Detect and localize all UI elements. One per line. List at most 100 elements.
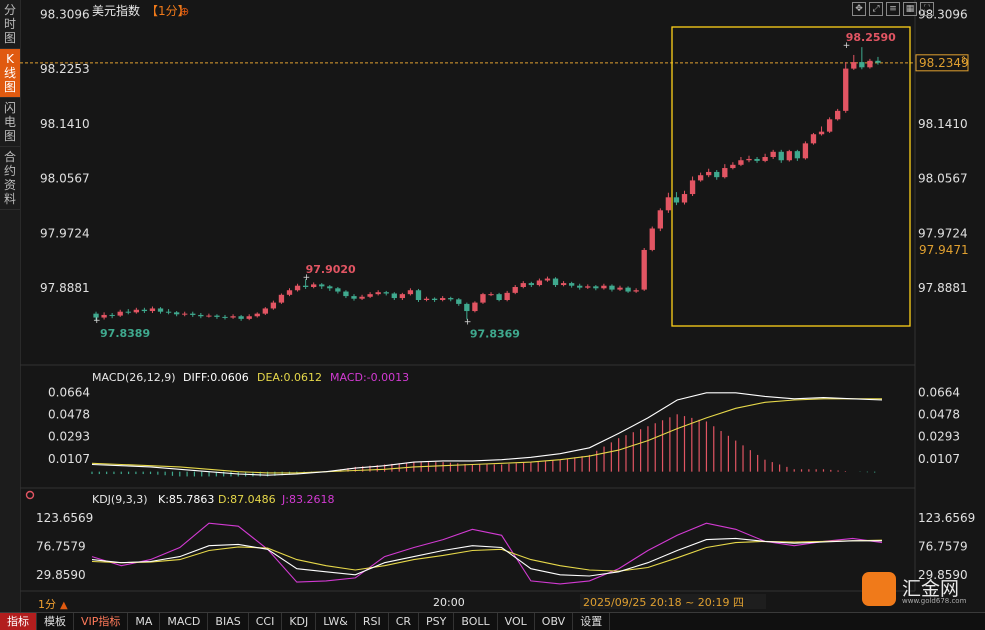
- settings-dot-icon[interactable]: [25, 490, 35, 500]
- indicator-toolbar: 指标 模板 VIP指标 MA MACD BIAS CCI KDJ LW& RSI CR PSY BOLL…: [0, 612, 985, 630]
- candle: [762, 157, 768, 161]
- candle: [835, 110, 841, 120]
- candle: [673, 197, 680, 203]
- kdj-d-value: D:87.0486: [218, 493, 276, 506]
- candle: [343, 291, 349, 297]
- candle: [568, 283, 575, 286]
- grid-icon[interactable]: ▦: [903, 2, 917, 16]
- sidebar-item-0[interactable]: 分时图: [0, 0, 20, 49]
- kdj-tick-left: 123.6569: [36, 511, 93, 525]
- toolbar-item-5[interactable]: BIAS: [208, 613, 249, 630]
- toolbar-item-0[interactable]: 指标: [0, 613, 37, 630]
- candle: [230, 316, 236, 318]
- sidebar-item-3[interactable]: 合约资料: [0, 147, 20, 210]
- sidebar-item-2[interactable]: 闪电图: [0, 98, 20, 147]
- candle: [440, 298, 446, 300]
- toolbar-item-4[interactable]: MACD: [160, 613, 209, 630]
- toolbar-item-15[interactable]: 设置: [573, 613, 611, 630]
- candle: [512, 287, 518, 293]
- kdj-k-line: [91, 537, 882, 577]
- time-tick: 20:00: [433, 596, 465, 609]
- candle: [222, 316, 228, 318]
- period-dropdown-icon[interactable]: ▲: [60, 600, 68, 611]
- candle: [294, 285, 301, 291]
- candle: [472, 302, 478, 312]
- candle: [754, 158, 760, 161]
- candle: [302, 285, 309, 287]
- candle: [214, 315, 220, 317]
- fullscreen-icon[interactable]: ⛶: [920, 2, 934, 16]
- toolbar-item-11[interactable]: PSY: [419, 613, 455, 630]
- macd-tick-right: 0.0293: [918, 430, 960, 444]
- candle: [826, 119, 833, 132]
- candle: [141, 309, 148, 312]
- candle: [109, 314, 115, 316]
- move-icon[interactable]: ✥: [852, 2, 866, 16]
- expand-icon[interactable]: ⤢: [869, 2, 883, 16]
- kdj-j-line: [91, 522, 883, 585]
- toolbar-item-2[interactable]: VIP指标: [74, 613, 129, 630]
- toolbar-item-6[interactable]: CCI: [249, 613, 283, 630]
- candle: [560, 283, 567, 286]
- candle: [617, 287, 623, 290]
- toolbar-item-8[interactable]: LW&: [316, 613, 356, 630]
- candle: [367, 294, 373, 297]
- candle: [431, 298, 438, 300]
- candle: [544, 278, 551, 281]
- kdj-j-value: J:83.2618: [281, 493, 334, 506]
- add-indicator-icon[interactable]: ⊕: [180, 5, 189, 18]
- toolbar-item-13[interactable]: VOL: [498, 613, 535, 630]
- candle: [697, 175, 704, 181]
- candle: [665, 197, 672, 211]
- candle: [681, 194, 688, 203]
- candle: [335, 288, 341, 292]
- candle: [238, 316, 244, 319]
- logo-url: www.gold678.com: [902, 597, 967, 605]
- candle: [528, 283, 534, 286]
- macd-tick-left: 0.0293: [48, 430, 90, 444]
- chart-tools: ✥ ⤢ ≡ ▦ ⛶: [852, 2, 934, 16]
- list-icon[interactable]: ≡: [886, 2, 900, 16]
- candle: [415, 290, 422, 300]
- y-tick-right: 98.1410: [918, 117, 968, 131]
- macd-tick-right: 0.0478: [918, 408, 960, 422]
- kdj-tick-left: 29.8590: [36, 568, 86, 582]
- candle: [311, 284, 317, 287]
- annotation-marker-icon: +: [93, 316, 101, 326]
- y-tick-left: 98.2253: [40, 62, 90, 76]
- price-arrow-icon: ⇕: [960, 55, 967, 64]
- candle: [649, 228, 655, 250]
- candle: [730, 164, 736, 169]
- candle: [359, 296, 365, 299]
- candle: [577, 285, 583, 288]
- candle: [786, 151, 792, 161]
- y-tick-left: 97.9724: [40, 226, 90, 240]
- toolbar-item-10[interactable]: CR: [389, 613, 420, 630]
- toolbar-item-12[interactable]: BOLL: [454, 613, 498, 630]
- toolbar-item-9[interactable]: RSI: [356, 613, 389, 630]
- sidebar-item-1[interactable]: K线图: [0, 49, 20, 98]
- highlight-box: [671, 26, 911, 327]
- candle: [391, 293, 397, 299]
- candle: [714, 171, 720, 178]
- toolbar-item-7[interactable]: KDJ: [282, 613, 317, 630]
- y-tick-right: 97.9724: [918, 226, 968, 240]
- candle: [722, 168, 728, 178]
- candle: [689, 180, 696, 195]
- candle: [657, 210, 663, 229]
- macd-dea-line: [91, 398, 882, 474]
- candle: [117, 311, 123, 316]
- period-selector[interactable]: 1分: [38, 598, 56, 611]
- y-tick-left: 98.0567: [40, 172, 90, 186]
- toolbar-item-14[interactable]: OBV: [535, 613, 574, 630]
- macd-diff-value: DIFF:0.0606: [183, 371, 249, 384]
- candle: [423, 298, 430, 300]
- toolbar-item-3[interactable]: MA: [128, 613, 161, 630]
- candle: [165, 311, 172, 313]
- candle: [190, 313, 196, 315]
- y-tick-left: 98.1410: [40, 117, 90, 131]
- macd-tick-right: 0.0664: [918, 385, 960, 399]
- candle: [254, 313, 260, 317]
- toolbar-item-1[interactable]: 模板: [37, 613, 74, 630]
- candle: [198, 314, 204, 317]
